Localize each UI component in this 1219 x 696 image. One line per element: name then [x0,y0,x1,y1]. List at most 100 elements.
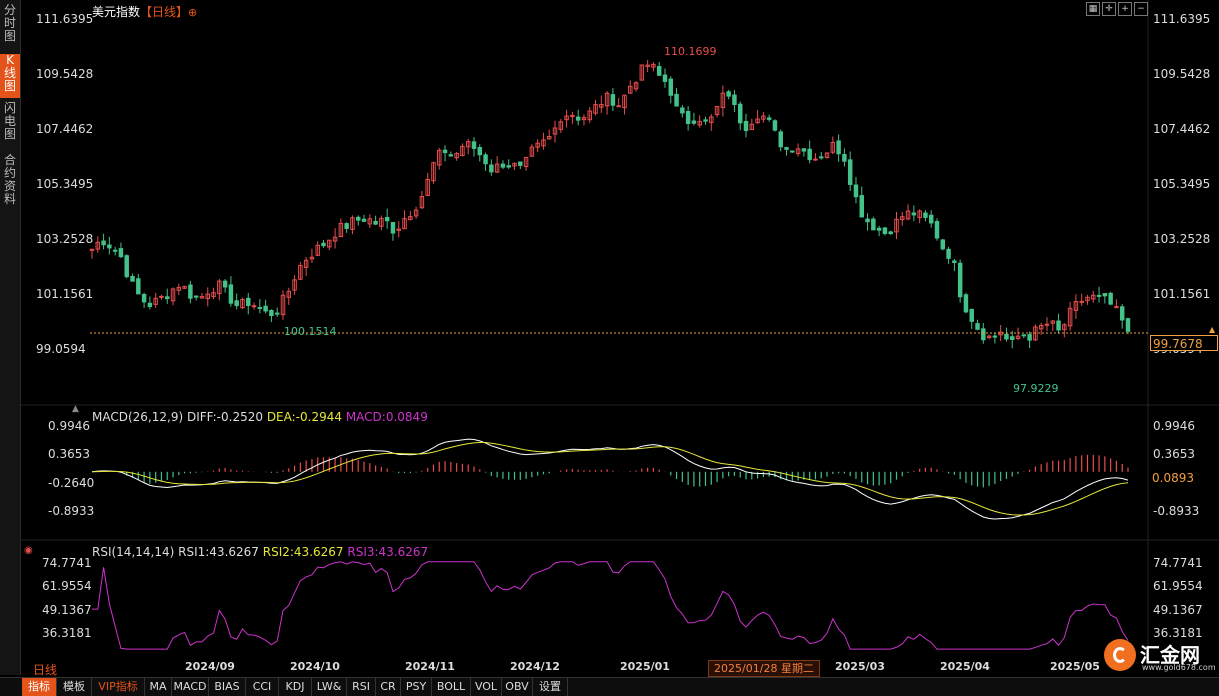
rsi-axis-label: 74.7741 [42,556,92,570]
crosshair-icon[interactable]: ✛ [1102,2,1116,16]
candle-body [1096,294,1102,297]
price-axis-label: 111.6395 [36,12,94,26]
bottom-tab-8[interactable]: LW& [312,678,347,696]
price-axis-label: 109.5428 [1153,67,1211,81]
price-axis-label: 111.6395 [1153,12,1211,26]
candle-body [1102,293,1108,297]
bottom-tab-14[interactable]: OBV [502,678,533,696]
plus-circle-icon[interactable]: ⊕ [188,6,197,19]
candle-body [743,120,749,132]
candle-body [1010,336,1015,340]
period-tag: 【日线】 [140,5,189,19]
price-axis-label: 107.4462 [36,122,94,136]
rsi-axis-label: 49.1367 [1153,602,1203,617]
candle-body [1056,320,1061,331]
tab-timeline[interactable]: 分时图 [0,4,20,50]
rsi-axis-label: 61.9554 [42,579,92,594]
bottom-tab-2[interactable]: VIP指标 [92,678,145,696]
candle-body [1125,318,1131,332]
price-axis-label: 101.1561 [1153,287,1211,301]
bottom-tab-10[interactable]: CR [376,678,401,696]
candle-body [992,335,998,338]
price-axis-label: 103.2528 [36,232,94,246]
candle-body [819,156,824,159]
candle-body [969,308,974,322]
tab-flash[interactable]: 闪电图 [0,102,20,148]
candle-body [101,240,106,246]
candle-body [344,223,349,229]
bottom-tab-7[interactable]: KDJ [279,678,312,696]
rsi-title: RSI(14,14,14) [92,545,175,559]
period-label[interactable]: 日线 [33,661,57,678]
candle-body [384,216,390,222]
candle-body [732,94,737,106]
price-axis-label: 105.3495 [36,177,94,191]
candle-body [790,150,795,153]
bottom-tab-11[interactable]: PSY [401,678,432,696]
instrument-title: 美元指数【日线】⊕ [92,3,197,20]
bottom-tab-15[interactable]: 设置 [533,678,568,696]
candle-body [662,74,668,82]
macd-axis-label: 0.9946 [1153,419,1195,433]
macd-panel [91,438,1129,520]
candle-body [703,119,708,122]
bottom-tab-4[interactable]: MACD [172,678,209,696]
indicator-tab-bar: 指标 模板 VIP指标 MA MACD BIAS CCI KDJ LW& RSI CR PSY BOLL… [0,677,1219,696]
chart-area[interactable] [0,0,1219,677]
bottom-tab-3[interactable]: MA [145,678,172,696]
price-axis-label: 101.1561 [36,287,94,301]
candle-body [1119,306,1125,321]
macd-axis-label: -0.8933 [48,504,95,518]
candle-body [246,297,251,306]
bottom-tab-5[interactable]: BIAS [209,678,246,696]
bottom-tab-6[interactable]: CCI [246,678,279,696]
macd-legend: MACD(26,12,9) DIFF:-0.2520 DEA:-0.2944 M… [92,410,428,424]
bottom-tab-1[interactable]: 模板 [57,678,92,696]
candle-body [981,328,986,341]
tab-kline[interactable]: K线图 [0,54,20,98]
current-price-tag: 99.7678 [1150,335,1218,351]
zoom-in-icon[interactable]: + [1118,2,1132,16]
zoom-out-icon[interactable]: − [1134,2,1148,16]
up-arrow-icon: ▲ [1209,325,1216,334]
macd-diff: DIFF:-0.2520 [186,410,263,424]
candle-body [923,212,928,218]
candle-body [136,278,141,295]
candle-body [89,248,95,251]
settings-dot-icon[interactable]: ◉ [24,545,33,556]
candle-body [575,116,581,121]
candle-body [506,165,511,168]
candle-body [193,295,199,298]
rsi-axis-label: 61.9554 [1153,579,1203,594]
bottom-tab-12[interactable]: BOLL [432,678,471,696]
macd-axis-label: 0.9946 [48,419,90,433]
bottom-tab-13[interactable]: VOL [471,678,502,696]
candle-body [188,284,193,299]
grid-icon[interactable]: ▦ [1086,2,1100,16]
candle-body [390,221,396,234]
date-axis-label: 2025/01 [620,660,670,673]
candle-body [876,227,882,231]
left-view-tabs: 分时图 K线图 闪电图 合约资料 [0,0,21,675]
date-axis-label: 2024/10 [290,660,340,673]
candle-body [477,147,483,156]
candle-body [946,248,951,259]
bottom-tab-0[interactable]: 指标 [22,678,57,696]
candle-body [940,239,946,250]
candle-body [471,141,477,149]
candle-body [107,244,112,249]
candle-body [963,294,969,313]
bottom-tab-9[interactable]: RSI [347,678,376,696]
collapse-up-icon[interactable]: ▲ [72,404,79,414]
candle-body [784,147,789,150]
candle-body [321,242,326,247]
tab-contract-info[interactable]: 合约资料 [0,154,20,214]
candle-body [373,220,378,225]
candle-body [882,227,888,235]
candle-body [518,161,523,166]
candle-body [228,284,234,304]
logo-icon [1104,639,1136,671]
candle-body [1114,306,1119,309]
macd-axis-label: -0.2640 [48,475,95,490]
candle-body [853,184,859,198]
